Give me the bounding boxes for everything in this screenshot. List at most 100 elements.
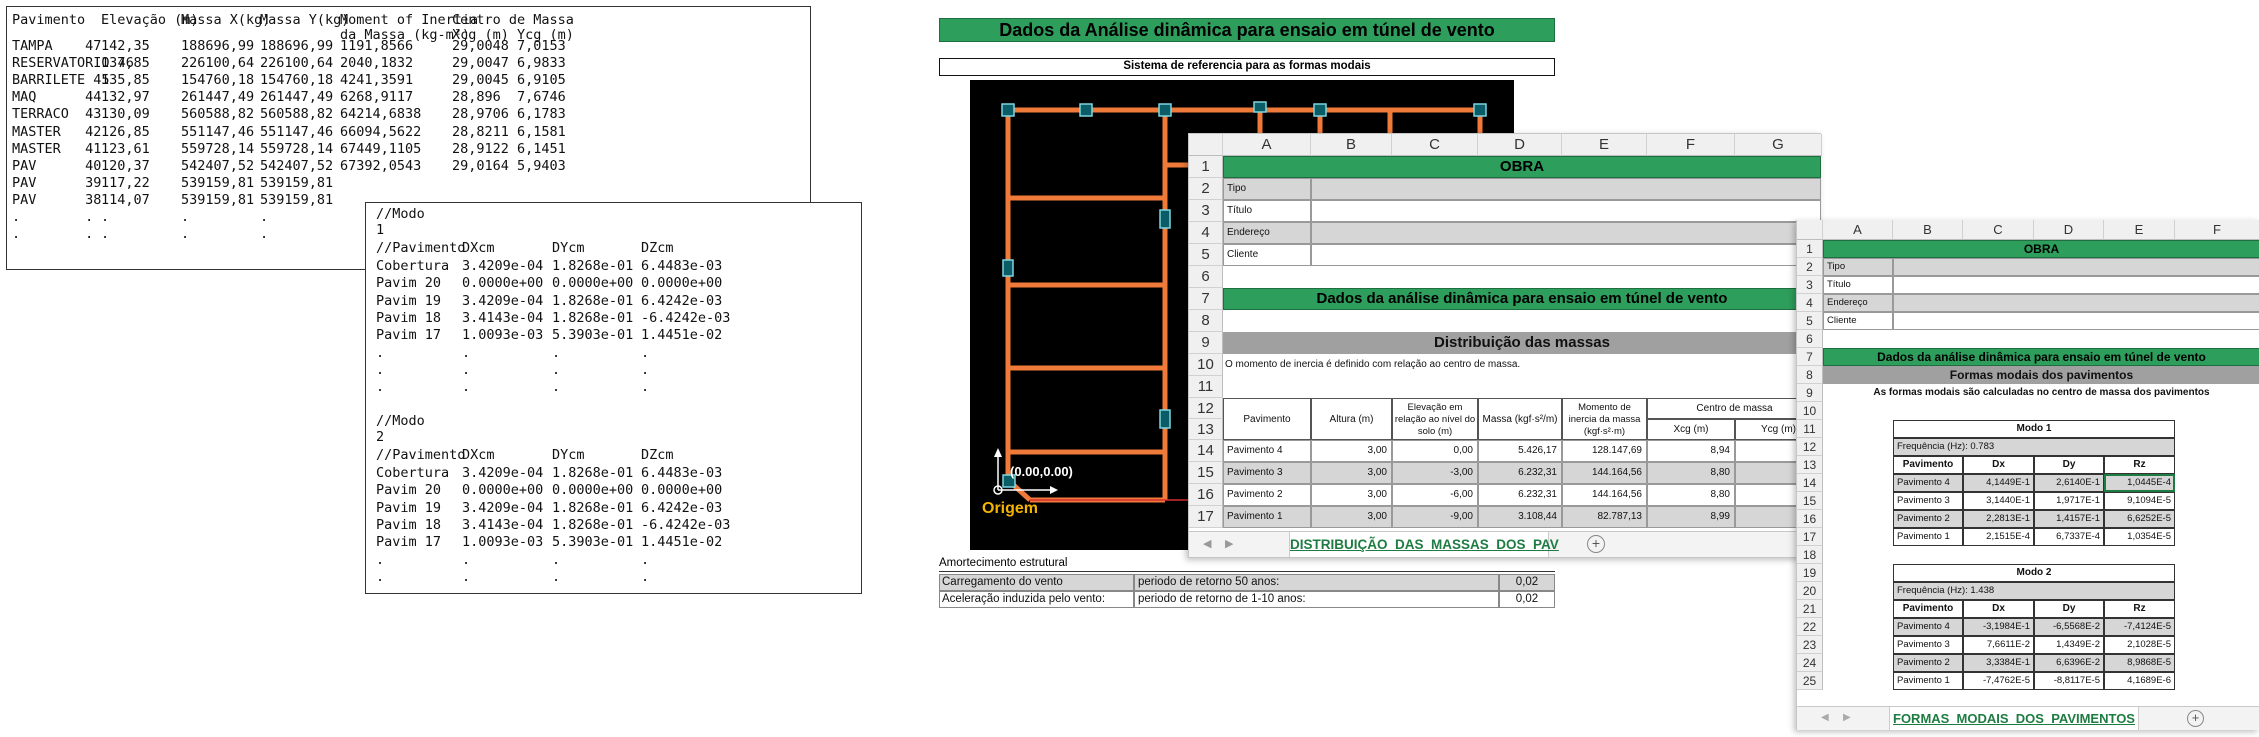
select-all-corner[interactable] <box>1797 220 1823 240</box>
row-header-20[interactable]: 20 <box>1797 582 1823 600</box>
row-header-16[interactable]: 16 <box>1189 484 1223 506</box>
column-header-C[interactable]: C <box>1963 220 2034 240</box>
row-header-3[interactable]: 3 <box>1797 276 1823 294</box>
row-header-13[interactable]: 13 <box>1797 456 1823 474</box>
row-header-13[interactable]: 13 <box>1189 419 1223 440</box>
modo-cell: 6,6252E-5 <box>2104 510 2175 528</box>
sheet-tab-distribuicao[interactable]: DISTRIBUIÇÃO_DAS_MASSAS_DOS_PAV <box>1289 532 1559 557</box>
mass-table-cell: . <box>181 226 190 243</box>
row-header-2[interactable]: 2 <box>1797 258 1823 276</box>
column-header-F[interactable]: F <box>1647 134 1735 156</box>
row-header-10[interactable]: 10 <box>1189 354 1223 376</box>
row-header-7[interactable]: 7 <box>1189 288 1223 310</box>
row-header-9[interactable]: 9 <box>1189 332 1223 354</box>
scroll-left-icon[interactable]: ◀ <box>1821 712 1829 723</box>
column-header-D[interactable]: D <box>1478 134 1562 156</box>
column-header-G[interactable]: G <box>1735 134 1822 156</box>
amortecimento-label: Amortecimento estrutural <box>939 556 1555 572</box>
mass-table-cell: PAV 39 <box>12 174 102 191</box>
info-value[interactable] <box>1893 276 2259 294</box>
row-header-21[interactable]: 21 <box>1797 600 1823 618</box>
modo-cell: 1.8268e-01 <box>552 292 634 309</box>
modo-header: Pavimento <box>1893 456 1963 474</box>
info-value[interactable] <box>1893 312 2259 330</box>
modo-cell: 2,2813E-1 <box>1963 510 2034 528</box>
table-header: Momento de inercia da massa (kgf·s²·m) <box>1562 398 1647 440</box>
row-header-23[interactable]: 23 <box>1797 636 1823 654</box>
row-header-6[interactable]: 6 <box>1797 330 1823 348</box>
row-header-12[interactable]: 12 <box>1189 398 1223 419</box>
info-value[interactable] <box>1311 200 1821 222</box>
info-value[interactable] <box>1893 294 2259 312</box>
row-header-25[interactable]: 25 <box>1797 672 1823 690</box>
row-header-14[interactable]: 14 <box>1797 474 1823 492</box>
mass-table-header: Massa X(kg) <box>181 12 271 28</box>
mass-table-cell: 560588,82 <box>260 106 334 123</box>
row-header-16[interactable]: 16 <box>1797 510 1823 528</box>
row-header-11[interactable]: 11 <box>1189 376 1223 398</box>
row-header-15[interactable]: 15 <box>1797 492 1823 510</box>
info-value[interactable] <box>1311 178 1821 200</box>
info-value[interactable] <box>1311 244 1821 266</box>
modo-cell: 3,1440E-1 <box>1963 492 2034 510</box>
modo-cell: Pavimento 4 <box>1893 618 1963 636</box>
select-all-corner[interactable] <box>1189 134 1223 156</box>
mass-table-cell: 120,37 <box>101 157 150 174</box>
modo-cell: 1.8268e-01 <box>552 309 634 326</box>
scroll-right-icon[interactable]: ▶ <box>1843 712 1851 723</box>
column-header-A[interactable]: A <box>1823 220 1893 240</box>
row-header-6[interactable]: 6 <box>1189 266 1223 288</box>
mass-table-cell: 28,9122 <box>452 140 509 157</box>
active-cell[interactable] <box>2104 474 2175 492</box>
column-header-B[interactable]: B <box>1311 134 1392 156</box>
row-header-5[interactable]: 5 <box>1797 312 1823 330</box>
mass-table-cell: 28,8211 <box>452 123 509 140</box>
row-header-14[interactable]: 14 <box>1189 440 1223 462</box>
row-header-2[interactable]: 2 <box>1189 178 1223 200</box>
modo-cell: Pavimento 2 <box>1893 654 1963 672</box>
column-header-B[interactable]: B <box>1893 220 1963 240</box>
mass-table-cell: 226100,64 <box>181 55 255 72</box>
modo-cell: Pavim 19 <box>376 499 442 516</box>
row-header-1[interactable]: 1 <box>1189 156 1223 178</box>
row-header-24[interactable]: 24 <box>1797 654 1823 672</box>
column-header-A[interactable]: A <box>1223 134 1311 156</box>
scroll-right-icon[interactable]: ▶ <box>1225 537 1233 550</box>
row-header-8[interactable]: 8 <box>1797 366 1823 384</box>
row-header-4[interactable]: 4 <box>1189 222 1223 244</box>
row-header-15[interactable]: 15 <box>1189 462 1223 484</box>
row-header-7[interactable]: 7 <box>1797 348 1823 366</box>
modo-cell: Pavim 17 <box>376 327 442 344</box>
column-header-F[interactable]: F <box>2175 220 2259 240</box>
info-value[interactable] <box>1311 222 1821 244</box>
row-header-19[interactable]: 19 <box>1797 564 1823 582</box>
row-header-9[interactable]: 9 <box>1797 384 1823 402</box>
add-sheet-button[interactable]: + <box>1587 535 1605 553</box>
add-sheet-button[interactable]: + <box>2187 710 2204 727</box>
sheet-tab-formas[interactable]: FORMAS_MODAIS_DOS_PAVIMENTOS <box>1889 707 2139 730</box>
column-header-E[interactable]: E <box>2104 220 2175 240</box>
scroll-left-icon[interactable]: ◀ <box>1203 537 1211 550</box>
row-header-11[interactable]: 11 <box>1797 420 1823 438</box>
modo-frequency: Frequência (Hz): 1.438 <box>1893 582 2175 600</box>
column-header-C[interactable]: C <box>1392 134 1478 156</box>
column-header-E[interactable]: E <box>1562 134 1647 156</box>
row-header-12[interactable]: 12 <box>1797 438 1823 456</box>
info-value[interactable] <box>1893 258 2259 276</box>
modo-cell: 1,4349E-2 <box>2034 636 2104 654</box>
row-header-17[interactable]: 17 <box>1189 506 1223 528</box>
mass-table-cell: . <box>260 209 269 225</box>
row-header-4[interactable]: 4 <box>1797 294 1823 312</box>
row-header-10[interactable]: 10 <box>1797 402 1823 420</box>
info-label: Tipo <box>1823 258 1893 276</box>
row-header-18[interactable]: 18 <box>1797 546 1823 564</box>
mass-table-cell: 64214,6838 <box>340 106 422 123</box>
row-header-3[interactable]: 3 <box>1189 200 1223 222</box>
column-header-D[interactable]: D <box>2034 220 2104 240</box>
row-header-17[interactable]: 17 <box>1797 528 1823 546</box>
row-header-1[interactable]: 1 <box>1797 240 1823 258</box>
row-header-5[interactable]: 5 <box>1189 244 1223 266</box>
row-header-22[interactable]: 22 <box>1797 618 1823 636</box>
modo-header: DXcm <box>462 447 495 463</box>
row-header-8[interactable]: 8 <box>1189 310 1223 332</box>
